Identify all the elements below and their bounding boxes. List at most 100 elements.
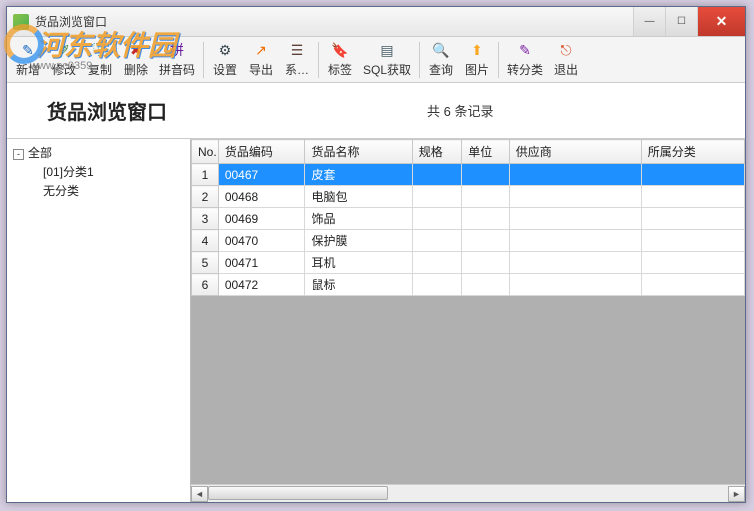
- pinyin-button[interactable]: 拼拼音码: [155, 39, 199, 81]
- export-button[interactable]: ↗导出: [244, 39, 278, 81]
- cell-name[interactable]: 饰品: [305, 208, 412, 230]
- cell-no[interactable]: 3: [192, 208, 219, 230]
- cell-code[interactable]: 00468: [218, 186, 305, 208]
- cell-unit[interactable]: [462, 164, 509, 186]
- table-row[interactable]: 200468电脑包: [192, 186, 745, 208]
- cell-name[interactable]: 鼠标: [305, 274, 412, 296]
- cell-spec[interactable]: [412, 230, 462, 252]
- toolbar-label: 系…: [285, 61, 309, 78]
- cell-category[interactable]: [641, 164, 744, 186]
- cell-unit[interactable]: [462, 252, 509, 274]
- cell-name[interactable]: 保护膜: [305, 230, 412, 252]
- exit-button[interactable]: ⎋退出: [549, 39, 583, 81]
- grid-panel: No.货品编码货品名称规格单位供应商所属分类 100467皮套200468电脑包…: [191, 139, 745, 502]
- cell-spec[interactable]: [412, 186, 462, 208]
- toolbar-separator: [203, 42, 204, 78]
- cell-spec[interactable]: [412, 252, 462, 274]
- toolbar-label: 设置: [213, 61, 237, 78]
- table-row[interactable]: 600472鼠标: [192, 274, 745, 296]
- scroll-thumb[interactable]: [208, 486, 388, 500]
- system-button[interactable]: ☰系…: [280, 39, 314, 81]
- cell-code[interactable]: 00472: [218, 274, 305, 296]
- cell-no[interactable]: 5: [192, 252, 219, 274]
- cell-no[interactable]: 1: [192, 164, 219, 186]
- maximize-button[interactable]: [665, 7, 697, 36]
- cell-unit[interactable]: [462, 230, 509, 252]
- cell-category[interactable]: [641, 186, 744, 208]
- reclass-button[interactable]: ✎转分类: [503, 39, 547, 81]
- column-header-spec[interactable]: 规格: [412, 140, 462, 164]
- new-button[interactable]: ✎新增: [11, 39, 45, 81]
- tag-icon: 🔖: [331, 41, 349, 59]
- tree-item[interactable]: [01]分类1: [9, 162, 188, 181]
- cell-category[interactable]: [641, 230, 744, 252]
- collapse-icon[interactable]: -: [13, 149, 24, 160]
- cell-spec[interactable]: [412, 208, 462, 230]
- cell-spec[interactable]: [412, 164, 462, 186]
- column-header-no[interactable]: No.: [192, 140, 219, 164]
- titlebar[interactable]: 货品浏览窗口: [7, 7, 745, 37]
- cell-category[interactable]: [641, 274, 744, 296]
- toolbar-label: SQL获取: [363, 61, 411, 78]
- toolbar-label: 复制: [88, 61, 112, 78]
- delete-button[interactable]: ✖删除: [119, 39, 153, 81]
- app-window: 货品浏览窗口 ✎新增✐修改⿻复制✖删除拼拼音码 ⚙设置↗导出☰系… 🔖标签▤SQL获…: [6, 6, 746, 503]
- column-header-unit[interactable]: 单位: [462, 140, 509, 164]
- cell-unit[interactable]: [462, 186, 509, 208]
- toolbar-label: 拼音码: [159, 61, 195, 78]
- minimize-button[interactable]: [633, 7, 665, 36]
- cell-category[interactable]: [641, 252, 744, 274]
- cell-supplier[interactable]: [509, 208, 641, 230]
- column-header-supplier[interactable]: 供应商: [509, 140, 641, 164]
- cell-no[interactable]: 4: [192, 230, 219, 252]
- cell-supplier[interactable]: [509, 252, 641, 274]
- toolbar-separator: [498, 42, 499, 78]
- cell-spec[interactable]: [412, 274, 462, 296]
- content: -全部 [01]分类1无分类 No.货品编码货品名称规格单位供应商所属分类 10…: [7, 139, 745, 502]
- table-row[interactable]: 500471耳机: [192, 252, 745, 274]
- app-icon: [13, 14, 29, 30]
- toolbar-label: 修改: [52, 61, 76, 78]
- toolbar-label: 新增: [16, 61, 40, 78]
- cell-name[interactable]: 耳机: [305, 252, 412, 274]
- cell-unit[interactable]: [462, 208, 509, 230]
- tree-item[interactable]: 无分类: [9, 181, 188, 200]
- tag-button[interactable]: 🔖标签: [323, 39, 357, 81]
- table-row[interactable]: 300469饰品: [192, 208, 745, 230]
- cell-category[interactable]: [641, 208, 744, 230]
- cell-code[interactable]: 00470: [218, 230, 305, 252]
- copy-button[interactable]: ⿻复制: [83, 39, 117, 81]
- cell-supplier[interactable]: [509, 274, 641, 296]
- category-tree[interactable]: -全部 [01]分类1无分类: [7, 139, 191, 502]
- column-header-name[interactable]: 货品名称: [305, 140, 412, 164]
- edit-button[interactable]: ✐修改: [47, 39, 81, 81]
- cell-name[interactable]: 电脑包: [305, 186, 412, 208]
- column-header-code[interactable]: 货品编码: [218, 140, 305, 164]
- toolbar-label: 导出: [249, 61, 273, 78]
- scroll-left-button[interactable]: ◄: [191, 486, 208, 502]
- cell-no[interactable]: 6: [192, 274, 219, 296]
- cell-no[interactable]: 2: [192, 186, 219, 208]
- sql-button[interactable]: ▤SQL获取: [359, 39, 415, 81]
- settings-button[interactable]: ⚙设置: [208, 39, 242, 81]
- table-row[interactable]: 100467皮套: [192, 164, 745, 186]
- column-header-category[interactable]: 所属分类: [641, 140, 744, 164]
- horizontal-scrollbar[interactable]: ◄ ►: [191, 484, 745, 502]
- cell-name[interactable]: 皮套: [305, 164, 412, 186]
- search-button[interactable]: 🔍查询: [424, 39, 458, 81]
- tree-root[interactable]: -全部: [9, 143, 188, 162]
- cell-code[interactable]: 00471: [218, 252, 305, 274]
- cell-supplier[interactable]: [509, 186, 641, 208]
- scroll-track[interactable]: [208, 486, 728, 502]
- data-grid[interactable]: No.货品编码货品名称规格单位供应商所属分类 100467皮套200468电脑包…: [191, 139, 745, 296]
- cell-supplier[interactable]: [509, 164, 641, 186]
- cell-code[interactable]: 00467: [218, 164, 305, 186]
- cell-supplier[interactable]: [509, 230, 641, 252]
- cell-unit[interactable]: [462, 274, 509, 296]
- scroll-right-button[interactable]: ►: [728, 486, 745, 502]
- header-area: 货品浏览窗口 共 6 条记录: [7, 83, 745, 139]
- image-button[interactable]: ⬆图片: [460, 39, 494, 81]
- cell-code[interactable]: 00469: [218, 208, 305, 230]
- close-button[interactable]: [697, 7, 745, 36]
- table-row[interactable]: 400470保护膜: [192, 230, 745, 252]
